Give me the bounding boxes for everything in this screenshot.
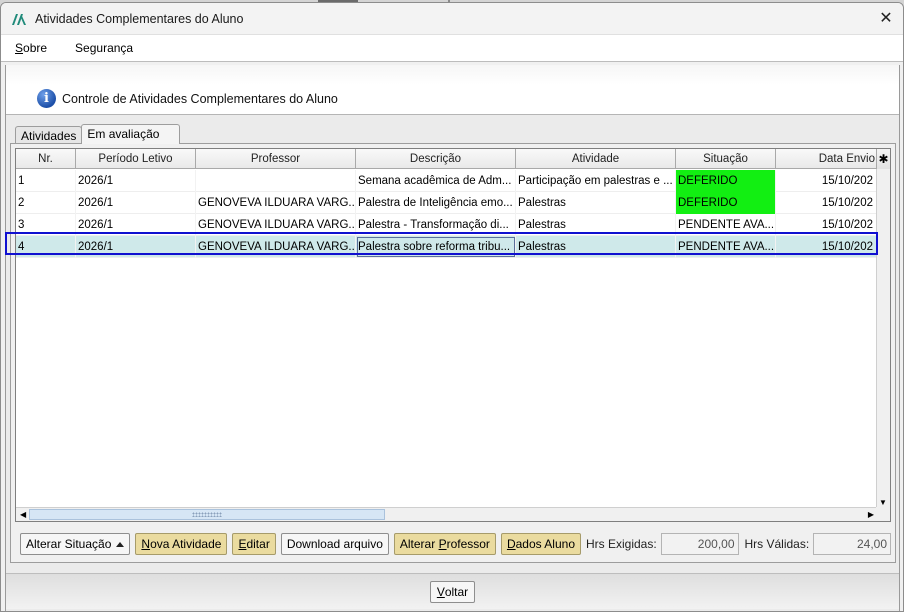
cell-nr: 1 xyxy=(16,170,76,192)
nova-atividade-button[interactable]: Nova Atividade xyxy=(135,533,228,555)
column-header-data-envio[interactable]: Data Envio xyxy=(776,149,878,169)
cell-professor: GENOVEVA ILDUARA VARG... xyxy=(196,192,356,214)
table-row[interactable]: 2 2026/1 GENOVEVA ILDUARA VARG... Palest… xyxy=(16,192,878,214)
window-title: Atividades Complementares do Aluno xyxy=(35,11,244,26)
menu-item-sobre[interactable]: Sobre xyxy=(9,38,53,58)
close-icon[interactable]: ✕ xyxy=(875,7,897,29)
main-content: i Controle de Atividades Complementares … xyxy=(5,65,900,611)
hrs-exigidas-field: 200,00 xyxy=(660,533,739,555)
hrs-exigidas-label: Hrs Exigidas: xyxy=(586,537,657,551)
cell-nr: 2 xyxy=(16,192,76,214)
editar-button[interactable]: Editar xyxy=(232,533,276,555)
column-header-professor[interactable]: Professor xyxy=(196,149,356,169)
table-row[interactable]: 1 2026/1 Semana acadêmica de Adm... Part… xyxy=(16,170,878,192)
cell-periodo: 2026/1 xyxy=(76,214,196,236)
tab-atividades[interactable]: Atividades xyxy=(15,126,83,144)
dados-aluno-button[interactable]: Dados Aluno xyxy=(500,533,581,555)
activities-table: Nr. Período Letivo Professor Descrição A… xyxy=(15,148,891,522)
app-logo-icon xyxy=(12,13,26,25)
menu-bar: Sobre Segurança xyxy=(1,35,903,62)
column-header-periodo[interactable]: Período Letivo xyxy=(76,149,196,169)
dialog-window: Atividades Complementares do Aluno ✕ Sob… xyxy=(0,2,904,612)
footer-bar: Voltar xyxy=(6,573,899,609)
cell-atividade: Palestras xyxy=(516,192,676,214)
voltar-button[interactable]: Voltar xyxy=(429,580,476,603)
caret-up-icon xyxy=(116,541,125,547)
cell-situacao: DEFERIDO xyxy=(676,192,776,214)
table-row[interactable]: 3 2026/1 GENOVEVA ILDUARA VARG... Palest… xyxy=(16,214,878,236)
cell-descricao: Semana acadêmica de Adm... xyxy=(356,170,516,192)
scroll-right-icon[interactable]: ▶ xyxy=(868,510,874,519)
column-settings-gear-icon[interactable]: ✱ xyxy=(876,149,890,169)
action-toolbar: Alterar Situação Nova Atividade Editar D… xyxy=(15,528,891,560)
table-body: 1 2026/1 Semana acadêmica de Adm... Part… xyxy=(16,170,878,258)
column-header-nr[interactable]: Nr. xyxy=(16,149,76,169)
cell-descricao: Palestra - Transformação di... xyxy=(356,214,516,236)
cell-professor: GENOVEVA ILDUARA VARG... xyxy=(196,214,356,236)
cell-periodo: 2026/1 xyxy=(76,170,196,192)
tab-strip: Atividades Em avaliação xyxy=(15,124,181,144)
tab-em-avaliacao[interactable]: Em avaliação xyxy=(81,124,181,144)
cell-nr: 3 xyxy=(16,214,76,236)
table-header: Nr. Período Letivo Professor Descrição A… xyxy=(16,149,878,169)
vertical-scrollbar[interactable]: ▼ xyxy=(876,169,890,509)
cell-data-envio: 15/10/202 xyxy=(776,214,878,236)
column-header-situacao[interactable]: Situação xyxy=(676,149,776,169)
column-header-descricao[interactable]: Descrição xyxy=(356,149,516,169)
alterar-situacao-button[interactable]: Alterar Situação xyxy=(20,533,131,555)
cell-data-envio: 15/10/202 xyxy=(776,170,878,192)
horizontal-scrollbar[interactable]: ◀ ▶ xyxy=(16,507,878,521)
alterar-professor-button[interactable]: Alterar Professor xyxy=(393,533,496,555)
scroll-corner xyxy=(876,507,890,521)
cell-situacao: PENDENTE AVA... xyxy=(676,236,776,258)
cell-data-envio: 15/10/202 xyxy=(776,192,878,214)
cell-atividade: Participação em palestras e ... xyxy=(516,170,676,192)
header-panel: i Controle de Atividades Complementares … xyxy=(6,65,899,115)
tab-panel: Nr. Período Letivo Professor Descrição A… xyxy=(10,143,896,563)
scroll-left-icon[interactable]: ◀ xyxy=(20,510,26,519)
cell-atividade: Palestras xyxy=(516,236,676,258)
scroll-thumb[interactable] xyxy=(29,509,385,520)
cell-periodo: 2026/1 xyxy=(76,236,196,258)
download-arquivo-button[interactable]: Download arquivo xyxy=(280,533,389,555)
menu-item-seguranca[interactable]: Segurança xyxy=(69,38,139,58)
cell-professor: GENOVEVA ILDUARA VARG... xyxy=(196,236,356,258)
hrs-validas-field: 24,00 xyxy=(813,533,891,555)
column-header-atividade[interactable]: Atividade xyxy=(516,149,676,169)
cell-data-envio: 15/10/202 xyxy=(776,236,878,258)
info-icon: i xyxy=(37,89,56,108)
cell-descricao-focused[interactable]: Palestra sobre reforma tribu... xyxy=(356,236,516,258)
cell-situacao: PENDENTE AVA... xyxy=(676,214,776,236)
cell-nr: 4 xyxy=(16,236,76,258)
title-bar: Atividades Complementares do Aluno ✕ xyxy=(1,3,903,35)
page-title: Controle de Atividades Complementares do… xyxy=(62,91,338,106)
cell-periodo: 2026/1 xyxy=(76,192,196,214)
cell-atividade: Palestras xyxy=(516,214,676,236)
cell-descricao: Palestra de Inteligência emo... xyxy=(356,192,516,214)
cell-professor xyxy=(196,170,356,192)
scroll-down-icon[interactable]: ▼ xyxy=(879,498,887,507)
table-row-selected[interactable]: 4 2026/1 GENOVEVA ILDUARA VARG... Palest… xyxy=(16,236,878,258)
cell-situacao: DEFERIDO xyxy=(676,170,776,192)
hrs-validas-label: Hrs Válidas: xyxy=(744,537,810,551)
